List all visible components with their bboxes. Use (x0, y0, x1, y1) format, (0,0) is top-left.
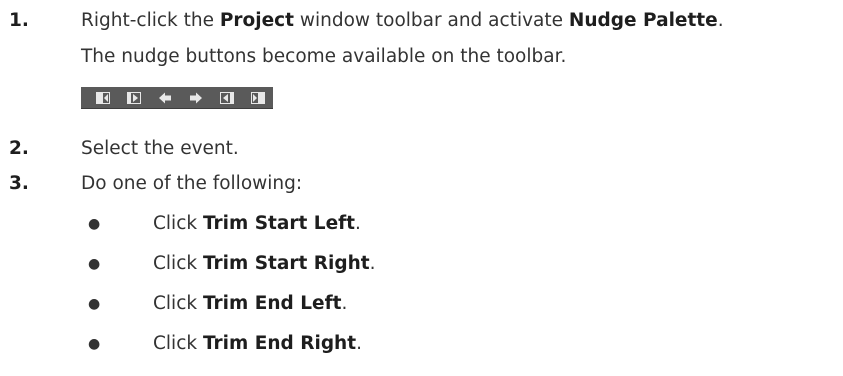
trim-end-left-button[interactable] (211, 87, 242, 109)
nudge-left-button[interactable] (149, 87, 180, 109)
nudge-right-button[interactable] (180, 87, 211, 109)
ui-term: Trim Start Right (202, 253, 370, 274)
text-run: . (369, 253, 376, 274)
bullet-text: Click Trim End Right. (153, 333, 362, 354)
text-run: Click (153, 213, 203, 234)
trim-end-left-icon (219, 91, 234, 104)
text-run: Click (153, 333, 203, 354)
nudge-right-icon (189, 92, 202, 103)
bullet-text: Click Trim Start Right. (153, 253, 376, 274)
step-1-result: The nudge buttons become available on th… (81, 46, 567, 67)
trim-start-left-button[interactable] (87, 87, 118, 109)
text-run: . (356, 333, 362, 354)
text-run: . (717, 10, 724, 31)
text-run: window toolbar and activate (293, 10, 569, 31)
step-number: 2. (9, 138, 29, 159)
nudge-left-icon (158, 92, 171, 103)
ui-term-nudge-palette: Nudge Palette (568, 10, 718, 31)
trim-start-right-icon (126, 91, 141, 104)
ui-term: Trim End Right (202, 333, 357, 354)
step-text: Right-click the Project window toolbar a… (81, 10, 724, 31)
text-run: . (341, 293, 348, 314)
ui-term-project: Project (219, 10, 294, 31)
ui-term: Trim Start Left (202, 213, 356, 234)
bullet-icon: ● (88, 296, 101, 312)
nudge-palette-toolbar (81, 87, 273, 109)
step-text: Select the event. (81, 138, 239, 159)
text-run: Click (153, 253, 203, 274)
text-run: Click (153, 293, 203, 314)
text-run: . (355, 213, 361, 234)
trim-start-right-button[interactable] (118, 87, 149, 109)
bullet-text: Click Trim End Left. (153, 293, 347, 314)
trim-start-left-icon (95, 91, 110, 104)
trim-end-right-icon (250, 91, 265, 104)
trim-end-right-button[interactable] (242, 87, 273, 109)
step-text: Do one of the following: (81, 173, 303, 194)
instruction-document: 1. Right-click the Project window toolba… (0, 0, 843, 376)
ui-term: Trim End Left (202, 293, 342, 314)
step-number: 1. (9, 10, 29, 31)
bullet-icon: ● (88, 216, 101, 232)
step-number: 3. (9, 173, 29, 194)
text-run: Right-click the (81, 10, 220, 31)
bullet-icon: ● (88, 336, 101, 352)
bullet-text: Click Trim Start Left. (153, 213, 361, 234)
bullet-icon: ● (88, 256, 101, 272)
